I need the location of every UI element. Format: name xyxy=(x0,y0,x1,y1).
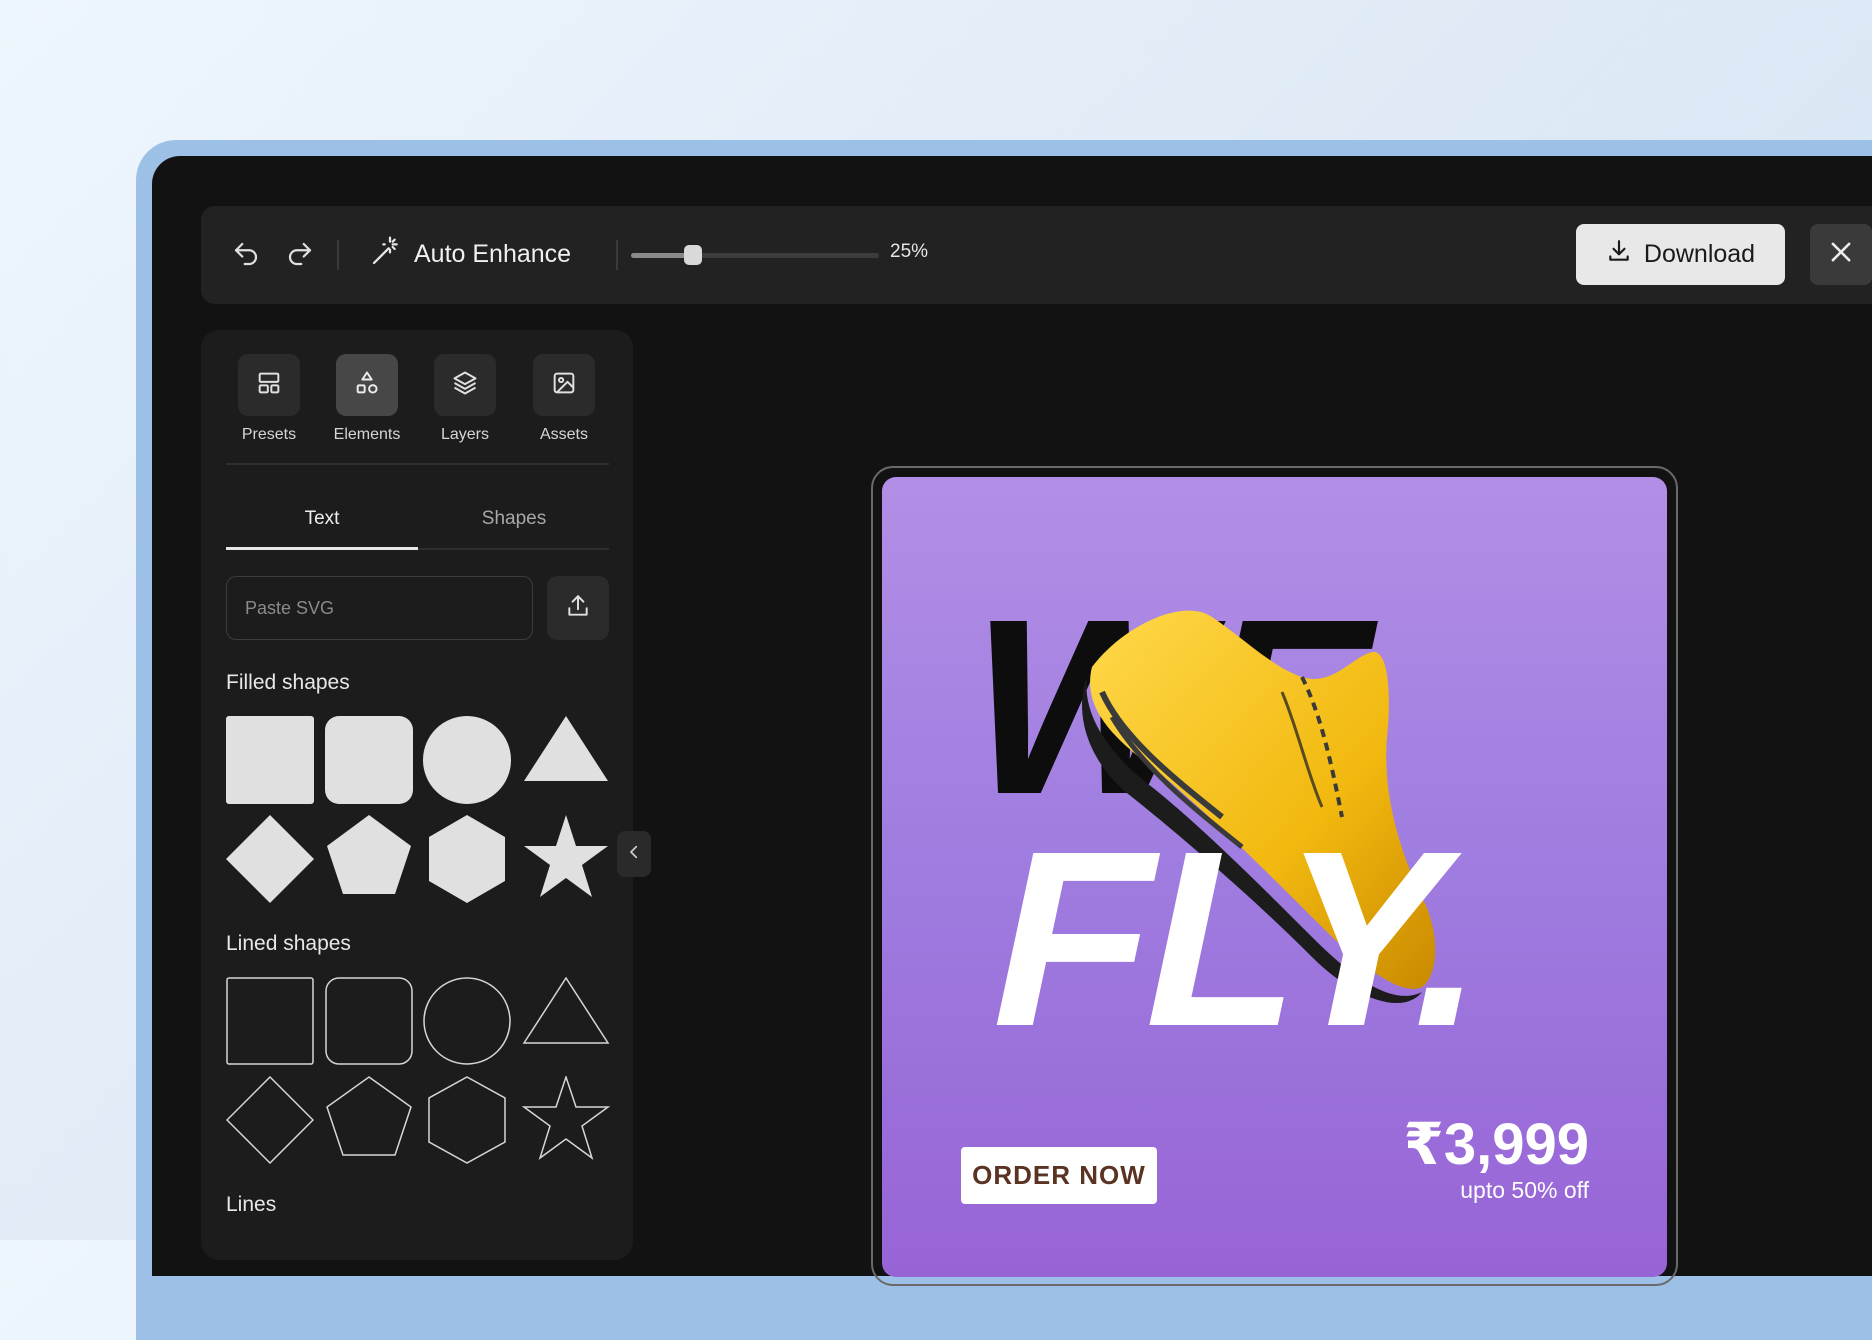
auto-enhance-label: Auto Enhance xyxy=(414,239,572,268)
download-button[interactable]: Download xyxy=(1576,224,1785,285)
lined-pentagon-shape[interactable] xyxy=(325,1076,413,1164)
close-icon xyxy=(1827,238,1855,271)
filled-diamond-shape[interactable] xyxy=(226,815,314,903)
nav-assets-label: Assets xyxy=(539,426,588,443)
upload-svg-button[interactable] xyxy=(547,576,609,640)
nav-assets[interactable]: Assets xyxy=(519,354,609,444)
image-icon xyxy=(550,369,578,402)
nav-elements[interactable]: Elements xyxy=(322,354,412,444)
lined-shapes-heading: Lined shapes xyxy=(226,932,351,955)
nav-elements-label: Elements xyxy=(333,426,401,443)
toolbar-divider xyxy=(337,240,339,270)
tab-shapes[interactable]: Shapes xyxy=(418,508,610,530)
filled-shapes-heading: Filled shapes xyxy=(226,671,350,694)
collapse-sidebar-button[interactable] xyxy=(617,831,651,877)
lined-star-shape[interactable] xyxy=(521,1074,611,1164)
filled-hexagon-shape[interactable] xyxy=(423,815,511,903)
zoom-slider[interactable] xyxy=(631,245,879,265)
close-button[interactable] xyxy=(1810,224,1872,285)
nav-layers[interactable]: Layers xyxy=(420,354,510,444)
shapes-icon xyxy=(353,369,381,402)
lined-diamond-shape[interactable] xyxy=(225,1075,315,1165)
order-now-button[interactable]: ORDER NOW xyxy=(961,1147,1157,1204)
lined-rounded-square-shape[interactable] xyxy=(325,977,413,1065)
magic-wand-icon xyxy=(370,235,402,274)
auto-enhance-button[interactable]: Auto Enhance xyxy=(370,234,571,274)
layout-icon xyxy=(255,369,283,402)
zoom-slider-handle[interactable] xyxy=(684,245,702,265)
chevron-left-icon xyxy=(625,843,643,866)
zoom-level: 25% xyxy=(890,241,929,262)
headline-bottom: FLY. xyxy=(969,799,1519,1079)
nav-presets[interactable]: Presets xyxy=(224,354,314,444)
nav-layers-label: Layers xyxy=(440,426,490,443)
filled-star-shape[interactable] xyxy=(522,815,610,903)
upload-icon xyxy=(565,593,591,624)
filled-square-shape[interactable] xyxy=(226,716,314,804)
lined-triangle-shape[interactable] xyxy=(522,976,610,1065)
tab-text[interactable]: Text xyxy=(226,508,418,530)
undo-icon[interactable] xyxy=(228,236,264,272)
filled-pentagon-shape[interactable] xyxy=(325,815,413,903)
filled-rounded-square-shape[interactable] xyxy=(325,716,413,804)
layers-icon xyxy=(451,369,479,402)
discount-label: upto 50% off xyxy=(1460,1177,1589,1203)
filled-triangle-shape[interactable] xyxy=(522,716,610,804)
nav-presets-label: Presets xyxy=(241,426,297,443)
redo-icon[interactable] xyxy=(282,236,318,272)
price-label: ₹3,999 xyxy=(1403,1112,1590,1177)
active-tab-indicator xyxy=(226,547,418,550)
poster-canvas[interactable]: WE FLY. ORDER NOW ₹3,999 upto 50% off xyxy=(882,477,1667,1277)
download-icon xyxy=(1606,238,1632,271)
lined-circle-shape[interactable] xyxy=(423,977,511,1065)
sidebar-divider xyxy=(226,463,609,465)
paste-svg-input[interactable] xyxy=(226,576,533,640)
lined-hexagon-shape[interactable] xyxy=(423,1076,511,1164)
lines-heading: Lines xyxy=(226,1193,277,1216)
download-label: Download xyxy=(1643,240,1756,268)
toolbar-divider xyxy=(616,240,618,270)
lined-square-shape[interactable] xyxy=(226,977,314,1065)
filled-circle-shape[interactable] xyxy=(423,716,511,804)
